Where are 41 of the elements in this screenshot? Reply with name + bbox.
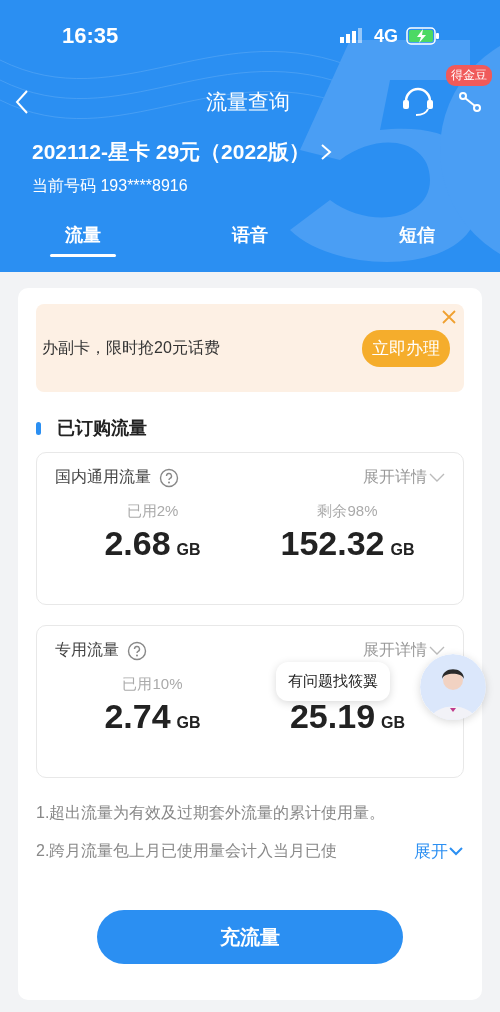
used-label: 已用2% bbox=[126, 502, 179, 521]
help-icon[interactable] bbox=[127, 640, 147, 661]
help-icon[interactable] bbox=[159, 467, 179, 488]
used-value: 2.74 bbox=[104, 697, 171, 736]
expand-details-link[interactable]: 展开详情 bbox=[363, 467, 445, 488]
unit-label: GB bbox=[176, 541, 201, 559]
unit-label: GB bbox=[390, 541, 415, 559]
status-time: 16:35 bbox=[62, 23, 119, 49]
phone-number: 当前号码 193****8916 bbox=[32, 176, 189, 196]
tab[interactable]: 语音 bbox=[166, 217, 334, 257]
chevron-down-icon bbox=[429, 645, 445, 656]
apply-button[interactable]: 立即办理 bbox=[362, 329, 450, 367]
used-value: 2.68 bbox=[104, 524, 171, 563]
back-icon[interactable] bbox=[14, 89, 30, 115]
tab[interactable]: 流量 bbox=[0, 217, 167, 257]
tab[interactable]: 短信 bbox=[333, 217, 500, 257]
unit-label: GB bbox=[176, 714, 201, 732]
assistant-tooltip[interactable]: 有问题找筱翼 bbox=[276, 662, 390, 701]
plan-selector[interactable]: 202112-星卡 29元（2022版） bbox=[32, 138, 500, 166]
promo-text: 办副卡，限时抢20元话费 bbox=[42, 337, 220, 358]
close-icon[interactable] bbox=[442, 310, 456, 324]
reward-badge: 得金豆 bbox=[446, 65, 492, 86]
share-icon[interactable] bbox=[458, 91, 482, 113]
recharge-button[interactable]: 充流量 bbox=[97, 910, 403, 964]
used-label: 已用10% bbox=[122, 675, 183, 694]
remaining-label: 剩余98% bbox=[317, 502, 378, 521]
remaining-value: 152.32 bbox=[280, 524, 385, 563]
usage-title: 国内通用流量 bbox=[55, 467, 151, 487]
network-label: 4G bbox=[374, 25, 398, 47]
headset-icon[interactable] bbox=[402, 87, 434, 117]
chevron-right-icon bbox=[319, 143, 332, 161]
section-marker bbox=[36, 421, 41, 435]
note-text: 1.超出流量为有效及过期套外流量的累计使用量。 bbox=[36, 803, 387, 823]
usage-title: 专用流量 bbox=[55, 640, 119, 660]
note-text: 2.跨月流量包上月已使用量会计入当月已使 bbox=[36, 841, 338, 861]
page-title: 流量查询 bbox=[206, 89, 290, 115]
section-title: 已订购流量 bbox=[57, 417, 147, 440]
chevron-down-icon bbox=[429, 472, 445, 483]
expand-details-link[interactable]: 展开详情 bbox=[363, 640, 445, 661]
unit-label: GB bbox=[381, 714, 406, 732]
chevron-down-icon bbox=[448, 846, 464, 856]
